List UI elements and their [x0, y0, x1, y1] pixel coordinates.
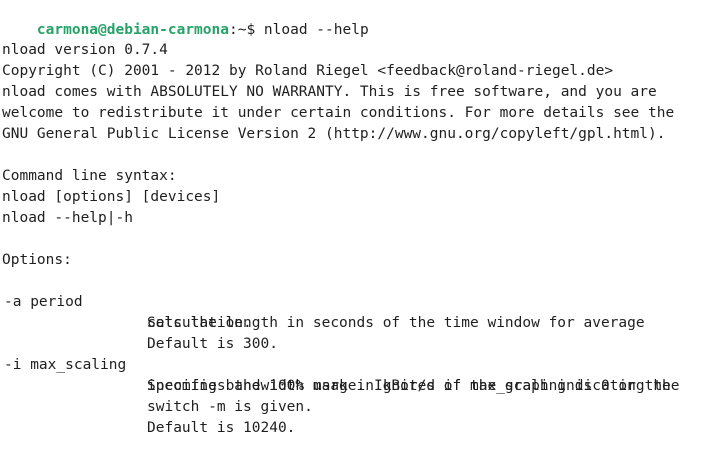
terminal-output[interactable]: carmona@debian-carmona:~$ nload --help n… [0, 0, 705, 436]
option-row-continued: incoming bandwidth usage. Ignored if max… [2, 355, 702, 394]
syntax-usage-2: nload --help|-h [2, 210, 133, 226]
option-row-continued: switch -m is given. [2, 376, 702, 415]
syntax-heading: Command line syntax: [2, 168, 177, 184]
option-row: -a period Sets the length in seconds of … [2, 271, 702, 331]
option-row: -i max_scaling Specifies the 100% mark i… [2, 334, 702, 394]
copyright-line: Copyright (C) 2001 - 2012 by Roland Rieg… [2, 63, 614, 79]
prompt-user-host: carmona@debian-carmona [36, 22, 229, 38]
syntax-usage-1: nload [options] [devices] [2, 189, 221, 205]
option-description: Default is 10240. [147, 420, 296, 436]
options-heading: Options: [2, 252, 72, 268]
option-row-continued: calculation. [2, 292, 702, 331]
typed-command: nload --help [255, 22, 369, 38]
option-row-continued: Default is 300. [2, 313, 702, 352]
license-line-2: welcome to redistribute it under certain… [2, 105, 675, 121]
license-line-3: GNU General Public License Version 2 (ht… [2, 126, 666, 142]
prompt-separator: : [228, 22, 238, 38]
license-line-1: nload comes with ABSOLUTELY NO WARRANTY.… [2, 84, 657, 100]
version-line: nload version 0.7.4 [2, 42, 168, 58]
shell-prompt-line: carmona@debian-carmona:~$ nload --help [2, 0, 369, 38]
prompt-symbol: $ [246, 22, 256, 38]
